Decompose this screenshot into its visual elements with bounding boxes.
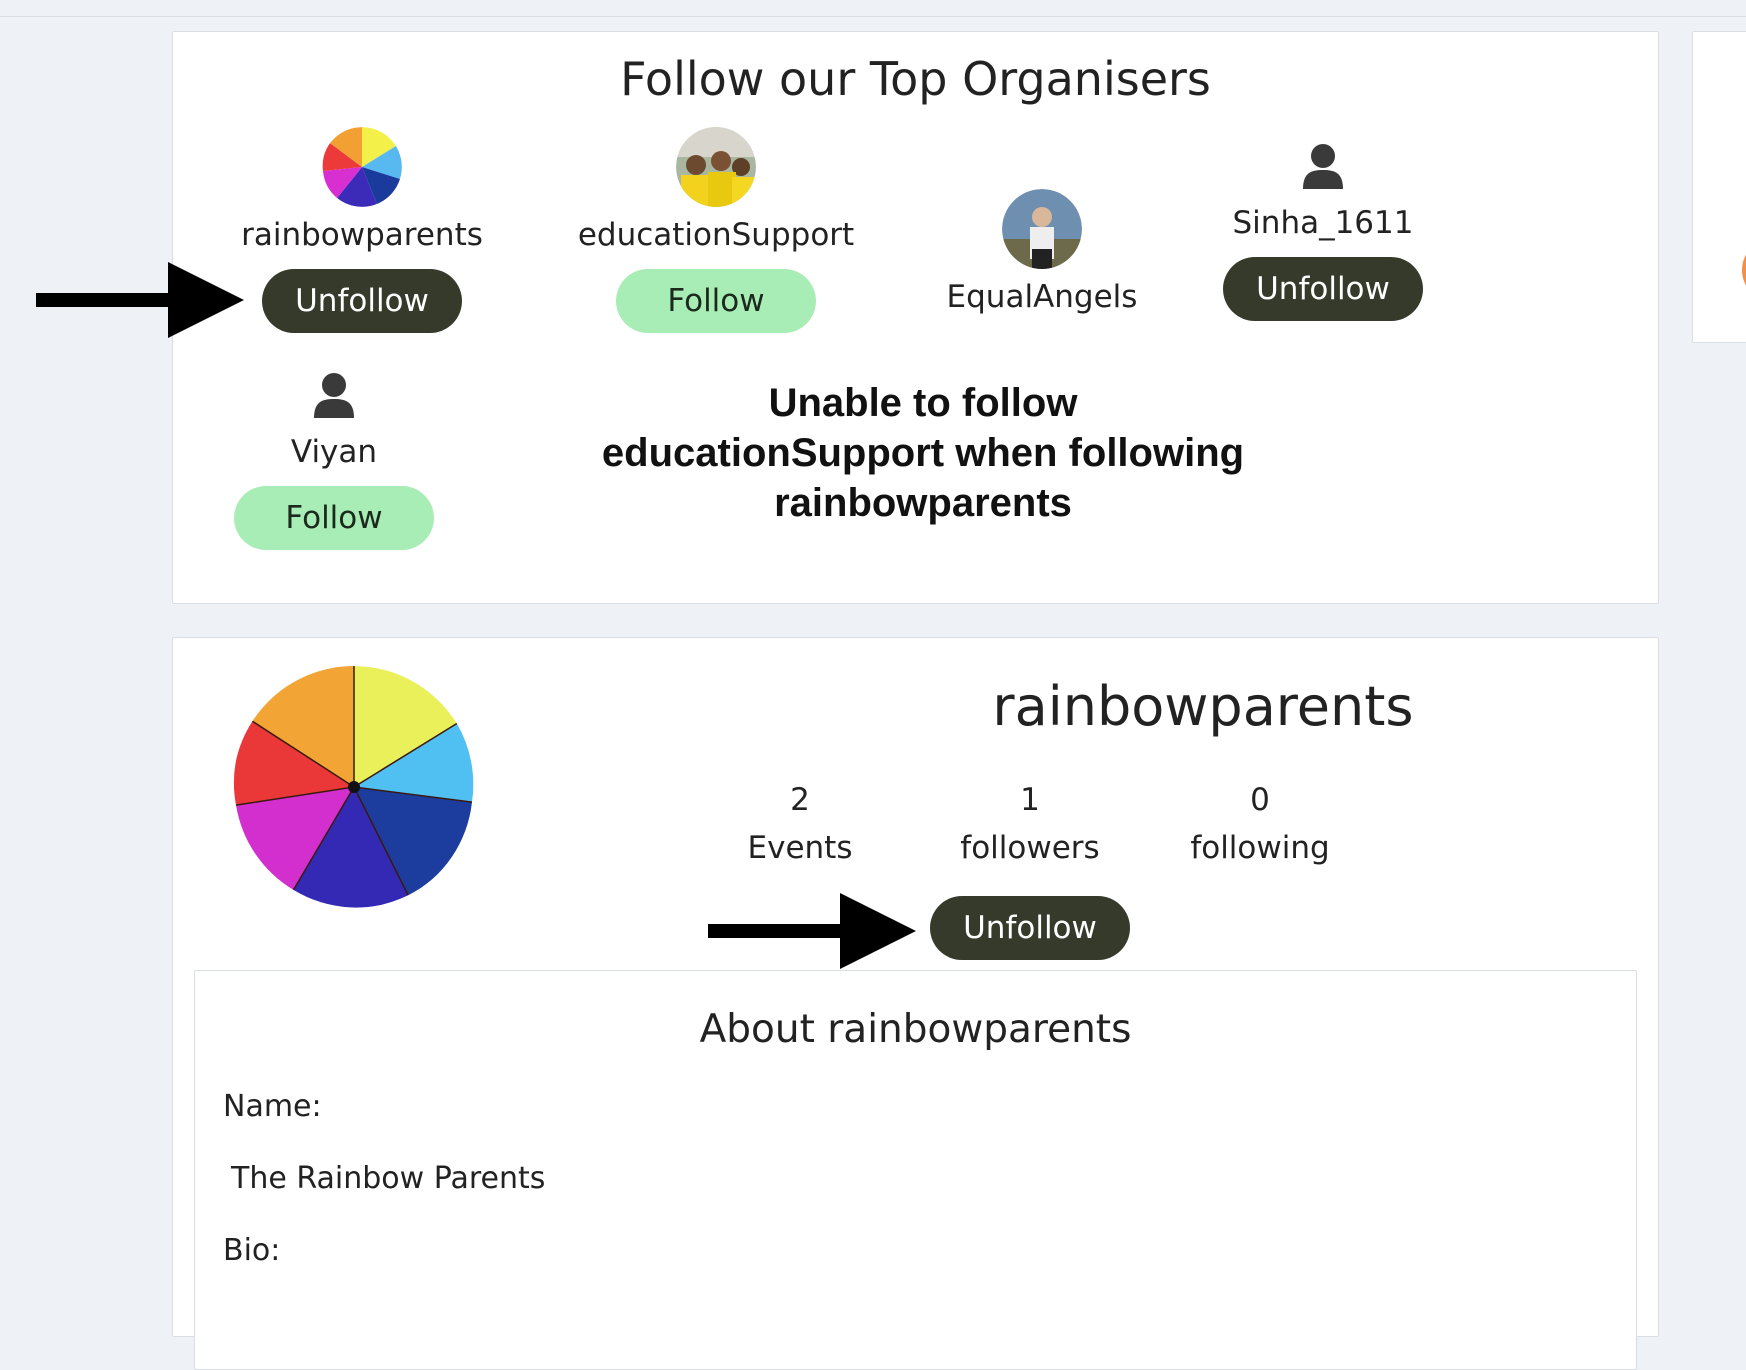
- organiser-name: EqualAngels: [946, 279, 1138, 315]
- organiser-name: rainbowparents: [241, 217, 483, 253]
- unfollow-sinha-1611-button[interactable]: Unfollow: [1223, 257, 1423, 321]
- organiser-name: Viyan: [290, 434, 378, 470]
- organiser-name: educationSupport: [577, 217, 855, 253]
- stat-value: 2: [790, 782, 810, 818]
- stat-label: Events: [747, 830, 853, 866]
- organiser-viyan: Viyan Follow: [184, 372, 484, 550]
- profile-avatar[interactable]: [233, 666, 475, 908]
- annotation-line: Unable to follow: [768, 381, 1078, 425]
- profile-name: rainbowparents: [992, 675, 1414, 738]
- educationsupport-avatar[interactable]: [676, 127, 756, 207]
- person-icon[interactable]: [1301, 143, 1345, 189]
- stat-label: following: [1190, 830, 1330, 866]
- stat-value: 0: [1250, 782, 1270, 818]
- organiser-name: Sinha_1611: [1232, 205, 1414, 241]
- side-card: [1692, 31, 1746, 343]
- annotation-line: educationSupport when following: [601, 431, 1245, 475]
- about-card: About rainbowparents Name: The Rainbow P…: [194, 970, 1637, 1370]
- person-icon[interactable]: [312, 372, 356, 418]
- name-value: The Rainbow Parents: [231, 1161, 546, 1196]
- top-divider: [0, 16, 1746, 17]
- bio-label: Bio:: [223, 1233, 281, 1268]
- about-title: About rainbowparents: [699, 1007, 1132, 1052]
- organiser-rainbowparents: rainbowparents Unfollow: [212, 127, 512, 333]
- name-label: Name:: [223, 1089, 322, 1124]
- top-organisers-card: Follow our Top Organisers rainbowparents…: [172, 31, 1659, 604]
- stat-label: followers: [960, 830, 1100, 866]
- profile-unfollow-button[interactable]: Unfollow: [930, 896, 1130, 960]
- follow-educationsupport-button[interactable]: Follow: [616, 269, 816, 333]
- organiser-sinha-1611: Sinha_1611 Unfollow: [1173, 143, 1473, 321]
- stat-value: 1: [1020, 782, 1040, 818]
- equalangels-avatar[interactable]: [1002, 189, 1082, 269]
- rainbowparents-avatar[interactable]: [322, 127, 402, 207]
- stat-following[interactable]: 0 following: [1150, 776, 1370, 872]
- annotation-note: Unable to follow educationSupport when f…: [543, 378, 1303, 528]
- organisers-title: Follow our Top Organisers: [620, 52, 1211, 106]
- organiser-equalangels: EqualAngels: [892, 189, 1192, 315]
- unfollow-rainbowparents-button[interactable]: Unfollow: [262, 269, 462, 333]
- stat-events[interactable]: 2 Events: [690, 776, 910, 872]
- organiser-educationsupport: educationSupport Follow: [566, 127, 866, 333]
- follow-viyan-button[interactable]: Follow: [234, 486, 434, 550]
- stat-followers[interactable]: 1 followers: [920, 776, 1140, 872]
- orange-logo-icon: [1742, 254, 1746, 286]
- annotation-line: rainbowparents: [774, 481, 1072, 525]
- arrow-annotation: [708, 893, 916, 969]
- arrow-annotation: [36, 262, 244, 338]
